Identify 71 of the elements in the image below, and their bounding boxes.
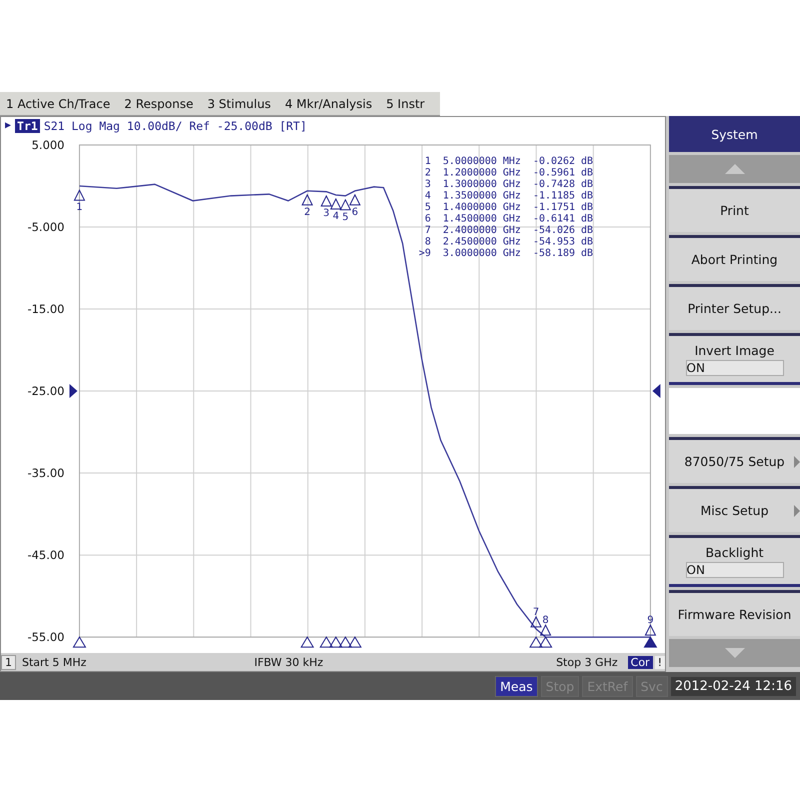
marker-triangle-icon (530, 616, 542, 628)
marker-readout: 2 1.2000000 GHz -0.5961 dB (424, 167, 593, 178)
reference-arrow-icon (652, 384, 660, 398)
softkey-label: Backlight (705, 544, 764, 560)
reference-arrow-icon (69, 384, 78, 398)
marker-triangle-icon (644, 624, 656, 636)
status-indicator: Meas (495, 676, 538, 696)
marker-number: 6 (352, 206, 358, 218)
scroll-down-button[interactable] (669, 639, 800, 667)
menu-item[interactable]: 3 Stimulus (207, 96, 271, 110)
channel-number: 1 (1, 654, 16, 670)
scroll-up-button[interactable] (669, 155, 800, 183)
marker-readout: 4 1.3500000 GHz -1.1185 dB (424, 190, 593, 202)
softkey-button[interactable]: Misc Setup (669, 486, 800, 532)
marker-number: 4 (332, 210, 340, 222)
marker-number: 3 (323, 208, 330, 219)
marker-number: 8 (542, 615, 549, 626)
marker-readout: 8 2.4500000 GHz -54.953 dB (424, 236, 593, 248)
marker-readout: 7 2.4000000 GHz -54.026 dB (424, 224, 593, 236)
marker-number: 9 (647, 615, 654, 626)
marker-number: 5 (342, 212, 349, 223)
marker-number: 2 (304, 206, 310, 218)
trace-badge[interactable]: Tr1 (15, 118, 40, 133)
marker-readout: 6 1.4500000 GHz -0.6141 dB (424, 213, 593, 224)
axis-label: 5.000 (32, 138, 64, 152)
softkey-label: Invert Image (694, 342, 774, 358)
marker-readout: 5 1.4000000 GHz -1.1751 dB (424, 202, 593, 213)
axis-label: -55.00 (28, 630, 64, 644)
marker-number: 1 (76, 202, 83, 214)
marker-triangle-icon (74, 189, 86, 201)
marker-triangle-icon (349, 194, 361, 206)
axis-label: -45.00 (28, 548, 64, 562)
menu-item[interactable]: 2 Response (124, 96, 194, 110)
axis-label: -25.00 (28, 384, 64, 398)
softkey-button[interactable]: Abort Printing (669, 235, 800, 281)
marker-triangle-icon (540, 624, 552, 636)
up-arrow-icon (724, 164, 744, 174)
menu-item[interactable]: 1 Active Ch/Trace (6, 96, 110, 110)
marker-number: 7 (532, 606, 540, 618)
start-frequency: Start 5 MHz (22, 656, 88, 669)
warning-indicator: ! (654, 656, 665, 669)
ifbw-label: IFBW 30 kHz (254, 656, 324, 669)
softkey-button[interactable]: Printer Setup... (669, 284, 800, 330)
toggle-value: ON (686, 360, 784, 376)
softkey-title: System (669, 116, 800, 152)
marker-triangle-icon (301, 194, 314, 206)
trace-settings: S21 Log Mag 10.00dB/ Ref -25.00dB [RT] (44, 118, 307, 133)
marker-triangle-icon (340, 198, 352, 210)
trace-arrow: ▶ (5, 120, 12, 132)
softkey-toggle[interactable]: Backlight ON (669, 535, 800, 587)
toggle-value: ON (686, 562, 784, 578)
correction-badge: Cor (628, 656, 653, 669)
submenu-arrow-icon (794, 505, 800, 517)
softkey-button[interactable]: 87050/75 Setup (669, 437, 800, 483)
marker-readout: 3 1.3000000 GHz -0.7428 dB (424, 178, 593, 190)
axis-label: -15.00 (28, 302, 64, 316)
marker-triangle-icon (330, 198, 342, 210)
softkey-button[interactable]: Print (669, 186, 800, 232)
marker-triangle-icon (320, 194, 332, 206)
axis-label: -35.00 (28, 466, 64, 480)
axis-label: -5.000 (28, 220, 64, 234)
softkey-toggle[interactable]: Invert Image ON (669, 333, 800, 385)
softkey-button[interactable]: Firmware Revision (669, 590, 800, 636)
menu-item[interactable]: 5 Instr (386, 96, 425, 110)
stop-frequency: Stop 3 GHz (556, 656, 618, 669)
marker-readout: 1 5.0000000 MHz -0.0262 dB (424, 156, 593, 167)
marker-readout: >9 3.0000000 GHz -58.189 dB (418, 248, 593, 259)
submenu-arrow-icon (794, 456, 800, 468)
down-arrow-icon (724, 648, 744, 658)
menu-item[interactable]: 4 Mkr/Analysis (284, 96, 372, 110)
date-time: 2012-02-24 12:16 (670, 676, 796, 696)
